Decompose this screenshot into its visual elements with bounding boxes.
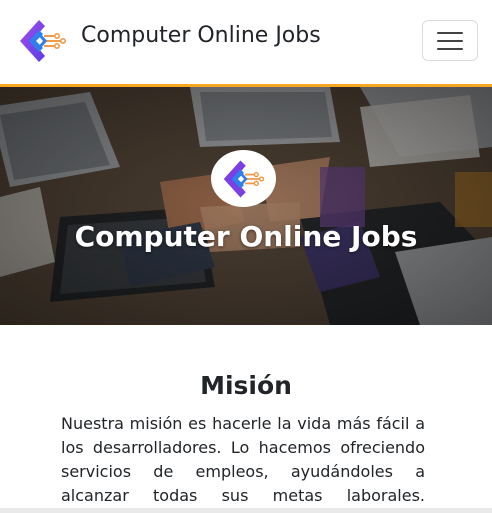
mission-text: Nuestra misión es hacerle la vida más fá… <box>61 414 425 513</box>
hero-logo-badge <box>211 150 276 207</box>
brand-logo-icon <box>20 20 66 62</box>
hero-logo-icon <box>223 160 264 197</box>
horizontal-scrollbar[interactable] <box>0 508 492 513</box>
hero-title: Computer Online Jobs <box>74 220 418 253</box>
hamburger-menu-icon <box>437 31 463 34</box>
mission-section: Misión Nuestra misión es hacerle la vida… <box>0 325 492 513</box>
hero-banner: Computer Online Jobs <box>0 87 492 325</box>
brand-name: Computer Online Jobs <box>81 22 321 48</box>
mission-title: Misión <box>200 371 292 400</box>
hamburger-menu-button[interactable] <box>422 20 478 61</box>
brand-link[interactable]: Computer Online Jobs <box>17 16 321 66</box>
navbar: Computer Online Jobs <box>0 0 492 87</box>
